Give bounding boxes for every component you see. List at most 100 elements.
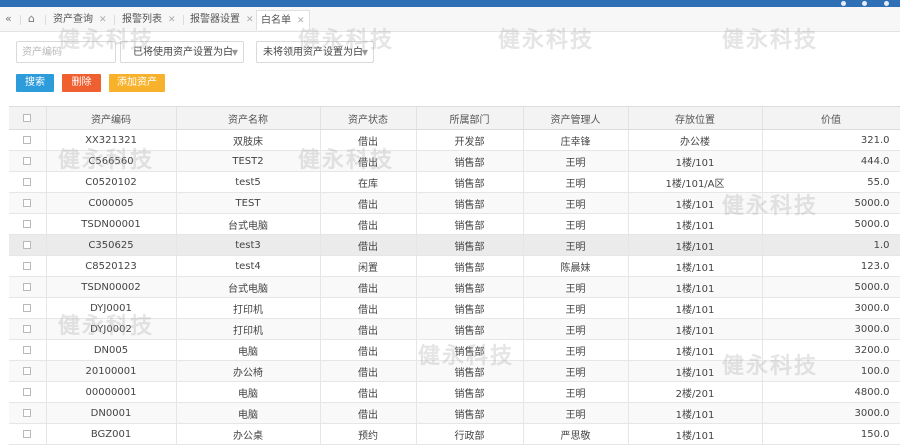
home-icon[interactable]: ⌂ (28, 11, 35, 27)
table-cell: TSDN00001 (46, 213, 177, 235)
table-cell: 销售部 (416, 192, 524, 214)
table-row[interactable]: TSDN00002 台式电脑 借出 销售部 王明 1楼/101 5000.0 (9, 276, 900, 298)
table-cell: 1楼/101 (628, 360, 763, 382)
table-cell: 5000.0 (762, 192, 900, 214)
select-value: 已将使用资产设置为白 (133, 47, 233, 58)
table-cell: 严思敬 (523, 423, 629, 445)
table-row[interactable]: DYJ0001 打印机 借出 销售部 王明 1楼/101 3000.0 (9, 297, 900, 319)
table-cell: 3000.0 (762, 402, 900, 424)
table-cell: 王明 (523, 297, 629, 319)
row-checkbox[interactable] (9, 213, 47, 235)
asset-code-placeholder: 资产编码 (22, 47, 62, 58)
table-cell: 王明 (523, 318, 629, 340)
table-cell: 1楼/101 (628, 276, 763, 298)
table-row[interactable]: C0520102 test5 在库 销售部 王明 1楼/101/A区 55.0 (9, 171, 900, 193)
row-checkbox[interactable] (9, 297, 47, 319)
table-cell: DN005 (46, 339, 177, 361)
table-cell: 4800.0 (762, 381, 900, 403)
column-header[interactable]: 价值 (762, 107, 900, 130)
window-icon[interactable] (841, 1, 846, 6)
table-cell: 台式电脑 (176, 213, 321, 235)
table-cell: 1楼/101 (628, 150, 763, 172)
row-checkbox[interactable] (9, 192, 47, 214)
table-cell: test5 (176, 171, 321, 193)
column-header[interactable]: 资产管理人 (523, 107, 629, 130)
row-checkbox[interactable] (9, 171, 47, 193)
table-cell: 借出 (320, 360, 417, 382)
table-cell: 王明 (523, 402, 629, 424)
table-row[interactable]: C8520123 test4 闲置 销售部 陈晨妹 1楼/101 123.0 (9, 255, 900, 277)
table-cell: 3000.0 (762, 318, 900, 340)
search-button[interactable]: 搜索 (16, 74, 54, 92)
table-row[interactable]: DN0001 电脑 借出 销售部 王明 1楼/101 3000.0 (9, 402, 900, 424)
tab-whitelist[interactable]: 白名单 ✕ (256, 10, 310, 30)
table-row[interactable]: C566560 TEST2 借出 销售部 王明 1楼/101 444.0 (9, 150, 900, 172)
table-row[interactable]: 20100001 办公椅 借出 销售部 王明 1楼/101 100.0 (9, 360, 900, 382)
select-all-checkbox[interactable] (9, 107, 47, 130)
table-cell: 销售部 (416, 171, 524, 193)
row-checkbox[interactable] (9, 402, 47, 424)
column-header[interactable]: 存放位置 (628, 107, 763, 130)
table-cell: 借出 (320, 318, 417, 340)
column-header[interactable]: 资产编码 (46, 107, 177, 130)
row-checkbox[interactable] (9, 255, 47, 277)
table-cell: 借出 (320, 129, 417, 151)
row-checkbox[interactable] (9, 150, 47, 172)
table-cell: 1.0 (762, 234, 900, 256)
double-chevron-left-icon[interactable]: « (5, 11, 12, 27)
unused-asset-select[interactable]: 未将领用资产设置为白 ▼ (256, 41, 374, 63)
column-header[interactable]: 资产名称 (176, 107, 321, 130)
tab-label: 资产查询 (53, 14, 93, 25)
table-row[interactable]: BGZ001 办公桌 预约 行政部 严思敬 1楼/101 150.0 (9, 423, 900, 445)
table-row[interactable]: XX321321 双肢床 借出 开发部 庄幸锋 办公楼 321.0 (9, 129, 900, 151)
row-checkbox[interactable] (9, 276, 47, 298)
row-checkbox[interactable] (9, 318, 47, 340)
asset-code-input[interactable]: 资产编码 (16, 41, 116, 63)
add-asset-button[interactable]: 添加资产 (109, 74, 165, 92)
table-cell: 在库 (320, 171, 417, 193)
table-row[interactable]: TSDN00001 台式电脑 借出 销售部 王明 1楼/101 5000.0 (9, 213, 900, 235)
tab-alarm-settings[interactable]: 报警器设置 ✕ (186, 10, 258, 29)
delete-button[interactable]: 删除 (62, 74, 101, 92)
table-row[interactable]: 00000001 电脑 借出 销售部 王明 2楼/201 4800.0 (9, 381, 900, 403)
row-checkbox[interactable] (9, 381, 47, 403)
close-icon[interactable]: ✕ (99, 15, 107, 25)
row-checkbox[interactable] (9, 360, 47, 382)
table-row[interactable]: DYJ0002 打印机 借出 销售部 王明 1楼/101 3000.0 (9, 318, 900, 340)
chevron-down-icon: ▼ (361, 48, 368, 57)
close-icon[interactable]: ✕ (297, 16, 305, 26)
table-cell: TEST (176, 192, 321, 214)
table-cell: test3 (176, 234, 321, 256)
close-icon[interactable]: ✕ (168, 15, 176, 25)
row-checkbox[interactable] (9, 234, 47, 256)
table-cell: 闲置 (320, 255, 417, 277)
table-cell: 销售部 (416, 318, 524, 340)
app-header-bar (0, 0, 900, 7)
table-cell: 1楼/101/A区 (628, 171, 763, 193)
table-cell: 预约 (320, 423, 417, 445)
table-cell: TEST2 (176, 150, 321, 172)
row-checkbox[interactable] (9, 129, 47, 151)
column-header[interactable]: 所属部门 (416, 107, 524, 130)
window-icon[interactable] (862, 1, 867, 6)
window-icon[interactable] (884, 1, 889, 6)
table-cell: 1楼/101 (628, 234, 763, 256)
row-checkbox[interactable] (9, 423, 47, 445)
table-cell: 150.0 (762, 423, 900, 445)
column-header[interactable]: 资产状态 (320, 107, 417, 130)
table-cell: 王明 (523, 192, 629, 214)
table-cell: 打印机 (176, 318, 321, 340)
tab-alarm-list[interactable]: 报警列表 ✕ (118, 10, 180, 29)
table-cell: 借出 (320, 192, 417, 214)
row-checkbox[interactable] (9, 339, 47, 361)
table-cell: 庄幸锋 (523, 129, 629, 151)
tab-asset-query[interactable]: 资产查询 ✕ (49, 10, 111, 29)
tab-bar: « ⌂ 资产查询 ✕ 报警列表 ✕ 报警器设置 ✕ 白名单 ✕ (0, 7, 900, 32)
table-cell: DYJ0002 (46, 318, 177, 340)
table-row[interactable]: C000005 TEST 借出 销售部 王明 1楼/101 5000.0 (9, 192, 900, 214)
table-cell: 123.0 (762, 255, 900, 277)
table-row[interactable]: DN005 电脑 借出 销售部 王明 1楼/101 3200.0 (9, 339, 900, 361)
table-row[interactable]: C350625 test3 借出 销售部 王明 1楼/101 1.0 (9, 234, 900, 256)
close-icon[interactable]: ✕ (246, 15, 254, 25)
used-asset-select[interactable]: 已将使用资产设置为白 ▼ (120, 41, 244, 63)
